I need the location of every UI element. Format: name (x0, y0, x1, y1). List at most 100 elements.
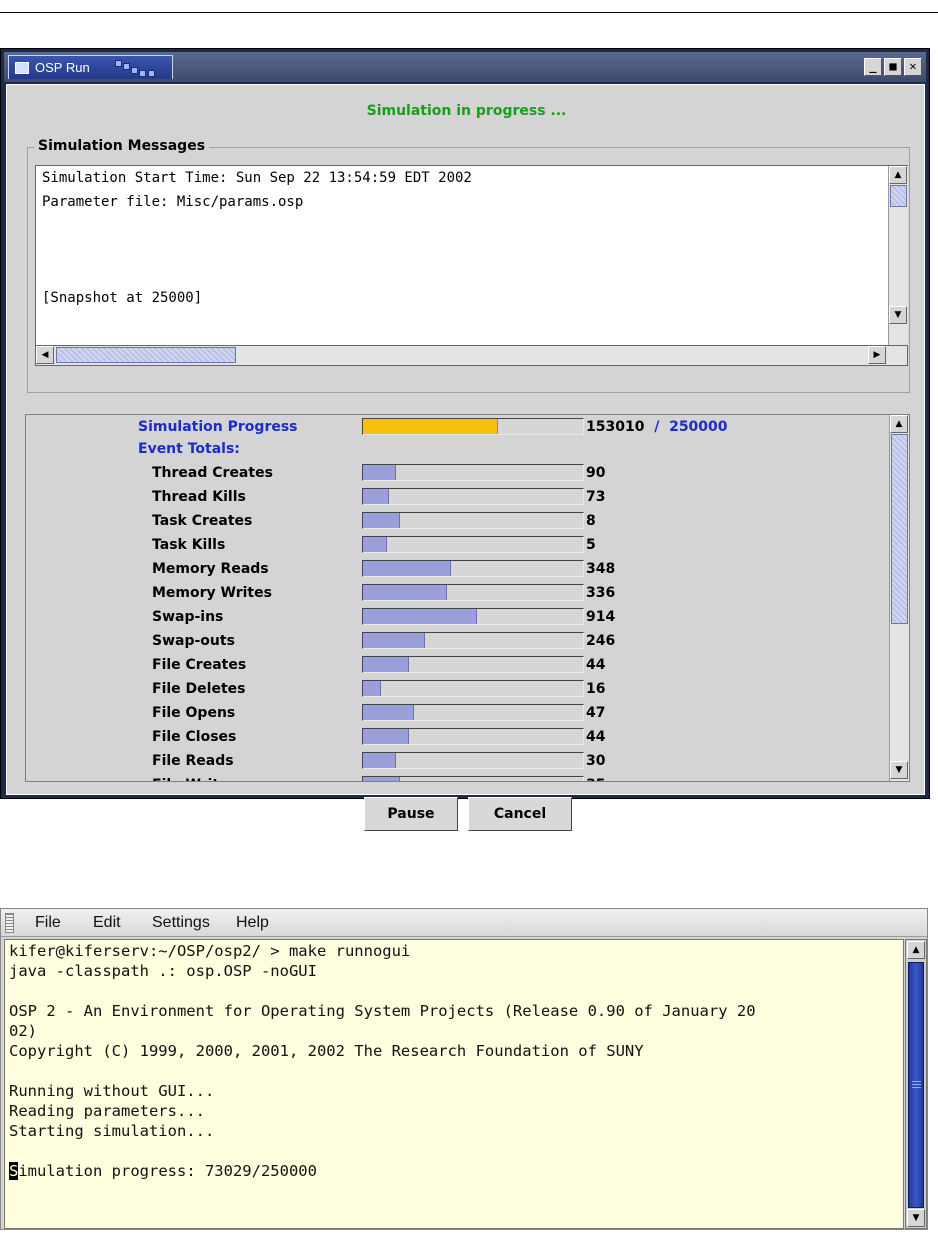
event-bar (362, 536, 584, 553)
terminal-scroll-thumb[interactable] (908, 962, 924, 1208)
event-bar-fill (363, 657, 410, 672)
cancel-button[interactable]: Cancel (468, 797, 572, 831)
event-label: Thread Creates (152, 465, 273, 481)
event-bar-fill (363, 681, 381, 696)
event-row: Memory Reads 348 (26, 557, 886, 581)
event-label: Memory Writes (152, 585, 272, 601)
terminal-scroll-up-arrow-icon[interactable]: ▲ (907, 941, 925, 959)
stats-vertical-scrollbar[interactable]: ▲ ▼ (889, 415, 909, 781)
progress-readout: 153010 / 250000 (586, 419, 728, 435)
event-value: 35 (586, 777, 605, 781)
event-row: File Writes 35 (26, 773, 886, 781)
scroll-thumb[interactable] (890, 185, 907, 207)
page-top-rule (0, 12, 938, 13)
terminal-scroll-down-arrow-icon[interactable]: ▼ (907, 1209, 925, 1227)
event-bar-fill (363, 609, 478, 624)
menu-help[interactable]: Help (236, 914, 269, 932)
title-bar[interactable]: OSP Run _ ■ ✕ (4, 52, 926, 82)
event-bar-fill (363, 777, 401, 781)
maximize-button[interactable]: ■ (884, 58, 902, 76)
terminal-scrollbar[interactable]: ▲ ▼ (905, 939, 927, 1229)
terminal-cursor: S (9, 1162, 19, 1180)
statistics-panel: Simulation Progress 153010 / 250000 Even… (25, 414, 910, 782)
progress-separator: / (654, 419, 660, 435)
event-bar (362, 776, 584, 781)
messages-vertical-scrollbar[interactable]: ▲ ▼ (888, 166, 908, 345)
scroll-left-arrow-icon[interactable]: ◀ (36, 346, 54, 364)
event-row: Memory Writes 336 (26, 581, 886, 605)
event-bar-fill (363, 513, 401, 528)
terminal-output[interactable]: kifer@kiferserv:~/OSP/osp2/ > make runno… (4, 939, 904, 1229)
terminal-line: java -classpath .: osp.OSP -noGUI (9, 962, 317, 980)
event-row: File Opens 47 (26, 701, 886, 725)
terminal-window: File Edit Settings Help kifer@kiferserv:… (0, 908, 928, 1230)
event-value: 30 (586, 753, 606, 769)
blocks-logo-icon (115, 60, 165, 78)
window-title-tab[interactable]: OSP Run (8, 55, 173, 79)
stats-scroll-thumb[interactable] (891, 434, 908, 624)
event-bar-fill (363, 465, 396, 480)
event-bar-fill (363, 489, 390, 504)
event-totals-row: Event Totals: (26, 437, 886, 461)
event-bar-fill (363, 537, 388, 552)
event-row: Thread Creates 90 (26, 461, 886, 485)
close-button[interactable]: ✕ (904, 58, 922, 76)
event-bar (362, 728, 584, 745)
menubar-grip-icon[interactable] (5, 913, 14, 933)
event-label: Task Kills (152, 537, 226, 553)
event-row: File Creates 44 (26, 653, 886, 677)
progress-current: 153010 (586, 419, 645, 435)
event-value: 73 (586, 489, 606, 505)
event-bar (362, 464, 584, 481)
menu-settings[interactable]: Settings (152, 914, 210, 932)
event-bar-fill (363, 633, 425, 648)
event-bar (362, 512, 584, 529)
terminal-prompt-text: imulation progress: 73029/250000 (18, 1162, 317, 1180)
osp-run-window: OSP Run _ ■ ✕ Simulation in progress ...… (0, 48, 930, 831)
horizontal-scroll-thumb[interactable] (56, 347, 236, 363)
simulation-messages-group: Simulation Messages Simulation Start Tim… (27, 138, 910, 393)
event-label: File Deletes (152, 681, 246, 697)
messages-horizontal-scrollbar[interactable]: ◀ ▶ (35, 346, 908, 366)
event-label: File Reads (152, 753, 234, 769)
event-label: Swap-outs (152, 633, 235, 649)
event-value: 16 (586, 681, 606, 697)
message-line: [Snapshot at 25000] (42, 290, 203, 306)
terminal-line: 02) (9, 1022, 37, 1040)
event-value: 47 (586, 705, 606, 721)
event-bar-fill (363, 561, 451, 576)
minimize-button[interactable]: _ (864, 58, 882, 76)
event-row: Swap-ins 914 (26, 605, 886, 629)
event-bar (362, 704, 584, 721)
terminal-menubar: File Edit Settings Help (1, 909, 927, 937)
event-value: 44 (586, 729, 606, 745)
event-bar (362, 560, 584, 577)
event-totals-heading: Event Totals: (138, 441, 240, 457)
scroll-right-arrow-icon[interactable]: ▶ (868, 346, 886, 364)
scroll-up-arrow-icon[interactable]: ▲ (889, 166, 907, 184)
event-bar (362, 632, 584, 649)
menu-file[interactable]: File (35, 914, 61, 932)
event-row: Task Creates 8 (26, 509, 886, 533)
scroll-down-arrow-icon[interactable]: ▼ (889, 306, 907, 324)
terminal-prompt-line: Simulation progress: 73029/250000 (9, 1162, 317, 1180)
event-row: Thread Kills 73 (26, 485, 886, 509)
event-bar (362, 608, 584, 625)
window-menu-icon[interactable] (15, 62, 29, 74)
stats-scroll-down-arrow-icon[interactable]: ▼ (890, 761, 908, 779)
menu-edit[interactable]: Edit (93, 914, 121, 932)
terminal-line: Starting simulation... (9, 1122, 215, 1140)
stats-scroll-up-arrow-icon[interactable]: ▲ (890, 415, 908, 433)
progress-fill (363, 419, 498, 434)
event-label: File Closes (152, 729, 237, 745)
event-bar (362, 752, 584, 769)
pause-button[interactable]: Pause (364, 797, 458, 831)
messages-text-area[interactable]: Simulation Start Time: Sun Sep 22 13:54:… (35, 165, 908, 346)
event-bar-fill (363, 729, 410, 744)
progress-label: Simulation Progress (138, 419, 298, 435)
event-bar-fill (363, 705, 414, 720)
event-row: Swap-outs 246 (26, 629, 886, 653)
event-bar-fill (363, 585, 447, 600)
terminal-line: kifer@kiferserv:~/OSP/osp2/ > make runno… (9, 942, 411, 960)
event-bar (362, 584, 584, 601)
